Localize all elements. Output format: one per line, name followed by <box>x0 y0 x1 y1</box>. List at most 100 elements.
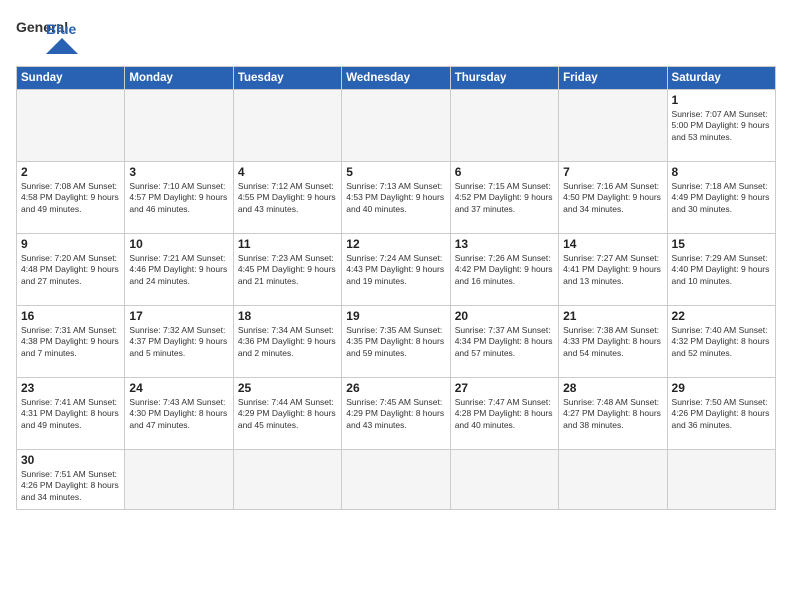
calendar-cell: 20 Sunrise: 7:37 AM Sunset: 4:34 PM Dayli… <box>450 306 558 378</box>
day-info: Sunrise: 7:16 AM Sunset: 4:50 PM Dayligh… <box>563 181 662 215</box>
calendar-cell: 27 Sunrise: 7:47 AM Sunset: 4:28 PM Dayli… <box>450 378 558 450</box>
calendar-cell: 24 Sunrise: 7:43 AM Sunset: 4:30 PM Dayli… <box>125 378 233 450</box>
day-number: 13 <box>455 237 554 251</box>
day-info: Sunrise: 7:13 AM Sunset: 4:53 PM Dayligh… <box>346 181 445 215</box>
day-number: 19 <box>346 309 445 323</box>
calendar-cell: 4 Sunrise: 7:12 AM Sunset: 4:55 PM Daylig… <box>233 162 341 234</box>
col-header-friday: Friday <box>559 67 667 90</box>
day-number: 12 <box>346 237 445 251</box>
calendar-cell: 2Sunrise: 7:08 AM Sunset: 4:58 PM Daylig… <box>17 162 125 234</box>
day-number: 17 <box>129 309 228 323</box>
day-info: Sunrise: 7:38 AM Sunset: 4:33 PM Dayligh… <box>563 325 662 359</box>
header: General Blue <box>16 16 776 56</box>
day-info: Sunrise: 7:37 AM Sunset: 4:34 PM Dayligh… <box>455 325 554 359</box>
day-number: 15 <box>672 237 771 251</box>
calendar-cell <box>233 450 341 510</box>
day-info: Sunrise: 7:24 AM Sunset: 4:43 PM Dayligh… <box>346 253 445 287</box>
calendar-cell <box>667 450 775 510</box>
col-header-monday: Monday <box>125 67 233 90</box>
day-info: Sunrise: 7:34 AM Sunset: 4:36 PM Dayligh… <box>238 325 337 359</box>
calendar-cell <box>559 450 667 510</box>
day-number: 26 <box>346 381 445 395</box>
calendar-cell <box>559 90 667 162</box>
day-info: Sunrise: 7:31 AM Sunset: 4:38 PM Dayligh… <box>21 325 120 359</box>
col-header-sunday: Sunday <box>17 67 125 90</box>
calendar-cell: 7 Sunrise: 7:16 AM Sunset: 4:50 PM Daylig… <box>559 162 667 234</box>
calendar-cell: 15 Sunrise: 7:29 AM Sunset: 4:40 PM Dayli… <box>667 234 775 306</box>
day-info: Sunrise: 7:10 AM Sunset: 4:57 PM Dayligh… <box>129 181 228 215</box>
day-number: 10 <box>129 237 228 251</box>
day-info: Sunrise: 7:29 AM Sunset: 4:40 PM Dayligh… <box>672 253 771 287</box>
day-number: 4 <box>238 165 337 179</box>
calendar-cell <box>233 90 341 162</box>
day-number: 23 <box>21 381 120 395</box>
calendar-cell: 17 Sunrise: 7:32 AM Sunset: 4:37 PM Dayli… <box>125 306 233 378</box>
day-info: Sunrise: 7:26 AM Sunset: 4:42 PM Dayligh… <box>455 253 554 287</box>
calendar-cell: 1 Sunrise: 7:07 AM Sunset: 5:00 PM Daylig… <box>667 90 775 162</box>
day-info: Sunrise: 7:12 AM Sunset: 4:55 PM Dayligh… <box>238 181 337 215</box>
day-number: 18 <box>238 309 337 323</box>
calendar-week-row: 23 Sunrise: 7:41 AM Sunset: 4:31 PM Dayli… <box>17 378 776 450</box>
day-info: Sunrise: 7:07 AM Sunset: 5:00 PM Dayligh… <box>672 109 771 143</box>
calendar-cell: 16 Sunrise: 7:31 AM Sunset: 4:38 PM Dayli… <box>17 306 125 378</box>
calendar-cell: 22Sunrise: 7:40 AM Sunset: 4:32 PM Dayli… <box>667 306 775 378</box>
page: General Blue SundayMondayTuesdayWednesda… <box>0 0 792 612</box>
day-number: 6 <box>455 165 554 179</box>
day-info: Sunrise: 7:32 AM Sunset: 4:37 PM Dayligh… <box>129 325 228 359</box>
day-number: 9 <box>21 237 120 251</box>
calendar-cell: 21Sunrise: 7:38 AM Sunset: 4:33 PM Dayli… <box>559 306 667 378</box>
day-number: 27 <box>455 381 554 395</box>
calendar-header-row: SundayMondayTuesdayWednesdayThursdayFrid… <box>17 67 776 90</box>
day-number: 25 <box>238 381 337 395</box>
day-number: 14 <box>563 237 662 251</box>
calendar-cell: 25 Sunrise: 7:44 AM Sunset: 4:29 PM Dayli… <box>233 378 341 450</box>
day-number: 1 <box>672 93 771 107</box>
calendar-cell: 10Sunrise: 7:21 AM Sunset: 4:46 PM Dayli… <box>125 234 233 306</box>
calendar-week-row: 1 Sunrise: 7:07 AM Sunset: 5:00 PM Daylig… <box>17 90 776 162</box>
day-number: 29 <box>672 381 771 395</box>
calendar-cell: 18 Sunrise: 7:34 AM Sunset: 4:36 PM Dayli… <box>233 306 341 378</box>
calendar-cell <box>450 90 558 162</box>
day-number: 16 <box>21 309 120 323</box>
col-header-wednesday: Wednesday <box>342 67 450 90</box>
day-info: Sunrise: 7:47 AM Sunset: 4:28 PM Dayligh… <box>455 397 554 431</box>
calendar-cell <box>125 450 233 510</box>
calendar-week-row: 2Sunrise: 7:08 AM Sunset: 4:58 PM Daylig… <box>17 162 776 234</box>
calendar-table: SundayMondayTuesdayWednesdayThursdayFrid… <box>16 66 776 510</box>
day-number: 20 <box>455 309 554 323</box>
calendar-cell <box>342 450 450 510</box>
calendar-cell: 14 Sunrise: 7:27 AM Sunset: 4:41 PM Dayli… <box>559 234 667 306</box>
calendar-week-row: 9Sunrise: 7:20 AM Sunset: 4:48 PM Daylig… <box>17 234 776 306</box>
day-number: 28 <box>563 381 662 395</box>
day-info: Sunrise: 7:45 AM Sunset: 4:29 PM Dayligh… <box>346 397 445 431</box>
calendar-week-row: 16 Sunrise: 7:31 AM Sunset: 4:38 PM Dayli… <box>17 306 776 378</box>
calendar-cell: 11 Sunrise: 7:23 AM Sunset: 4:45 PM Dayli… <box>233 234 341 306</box>
day-info: Sunrise: 7:43 AM Sunset: 4:30 PM Dayligh… <box>129 397 228 431</box>
svg-text:Blue: Blue <box>46 21 77 37</box>
day-info: Sunrise: 7:44 AM Sunset: 4:29 PM Dayligh… <box>238 397 337 431</box>
logo: General Blue <box>16 16 96 56</box>
day-info: Sunrise: 7:51 AM Sunset: 4:26 PM Dayligh… <box>21 469 120 503</box>
day-info: Sunrise: 7:27 AM Sunset: 4:41 PM Dayligh… <box>563 253 662 287</box>
calendar-cell <box>125 90 233 162</box>
calendar-cell: 26 Sunrise: 7:45 AM Sunset: 4:29 PM Dayli… <box>342 378 450 450</box>
day-number: 11 <box>238 237 337 251</box>
calendar-cell: 5Sunrise: 7:13 AM Sunset: 4:53 PM Daylig… <box>342 162 450 234</box>
day-number: 7 <box>563 165 662 179</box>
calendar-week-row: 30Sunrise: 7:51 AM Sunset: 4:26 PM Dayli… <box>17 450 776 510</box>
calendar-cell: 30Sunrise: 7:51 AM Sunset: 4:26 PM Dayli… <box>17 450 125 510</box>
day-info: Sunrise: 7:23 AM Sunset: 4:45 PM Dayligh… <box>238 253 337 287</box>
day-info: Sunrise: 7:48 AM Sunset: 4:27 PM Dayligh… <box>563 397 662 431</box>
day-number: 8 <box>672 165 771 179</box>
day-number: 3 <box>129 165 228 179</box>
day-info: Sunrise: 7:35 AM Sunset: 4:35 PM Dayligh… <box>346 325 445 359</box>
day-info: Sunrise: 7:15 AM Sunset: 4:52 PM Dayligh… <box>455 181 554 215</box>
day-info: Sunrise: 7:41 AM Sunset: 4:31 PM Dayligh… <box>21 397 120 431</box>
day-number: 24 <box>129 381 228 395</box>
calendar-cell: 29 Sunrise: 7:50 AM Sunset: 4:26 PM Dayli… <box>667 378 775 450</box>
calendar-cell: 19 Sunrise: 7:35 AM Sunset: 4:35 PM Dayli… <box>342 306 450 378</box>
calendar-cell: 23 Sunrise: 7:41 AM Sunset: 4:31 PM Dayli… <box>17 378 125 450</box>
calendar-cell: 12 Sunrise: 7:24 AM Sunset: 4:43 PM Dayli… <box>342 234 450 306</box>
generalblue-logo-icon: General Blue <box>16 16 96 56</box>
day-info: Sunrise: 7:50 AM Sunset: 4:26 PM Dayligh… <box>672 397 771 431</box>
